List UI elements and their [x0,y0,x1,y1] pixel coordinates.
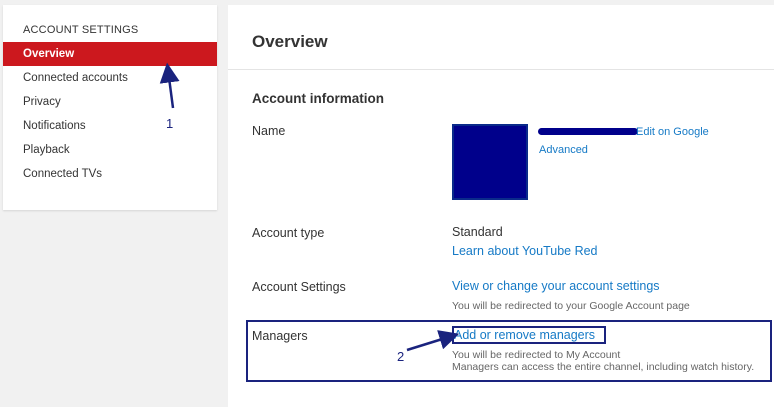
page-title: Overview [252,32,328,51]
sidebar-item-notifications[interactable]: Notifications [3,114,217,138]
account-settings-note: You will be redirected to your Google Ac… [452,300,690,312]
annotation-marker-1: 1 [166,116,174,131]
account-settings-link[interactable]: View or change your account settings [452,279,660,293]
edit-on-google-link[interactable]: Edit on Google [636,126,709,138]
sidebar-item-overview[interactable]: Overview [3,42,217,66]
avatar [452,124,528,200]
section-title: Account information [252,91,384,106]
sidebar-item-privacy[interactable]: Privacy [3,90,217,114]
redacted-name [538,128,638,135]
sidebar-item-playback[interactable]: Playback [3,138,217,162]
sidebar-item-connected-accounts[interactable]: Connected accounts [3,66,217,90]
name-label: Name [252,124,286,138]
managers-link-highlight-box [452,326,606,344]
account-type-value: Standard [452,225,503,239]
main-panel: Overview Account information Name Edit o… [228,5,774,407]
settings-sidebar: ACCOUNT SETTINGS Overview Connected acco… [3,5,217,210]
annotation-marker-2: 2 [397,349,405,364]
account-settings-label: Account Settings [252,280,346,294]
account-type-label: Account type [252,226,325,240]
sidebar-item-connected-tvs[interactable]: Connected TVs [3,162,217,186]
header-divider [228,69,774,70]
sidebar-heading: ACCOUNT SETTINGS [23,24,139,36]
advanced-link[interactable]: Advanced [539,144,588,156]
learn-youtube-red-link[interactable]: Learn about YouTube Red [452,244,598,258]
